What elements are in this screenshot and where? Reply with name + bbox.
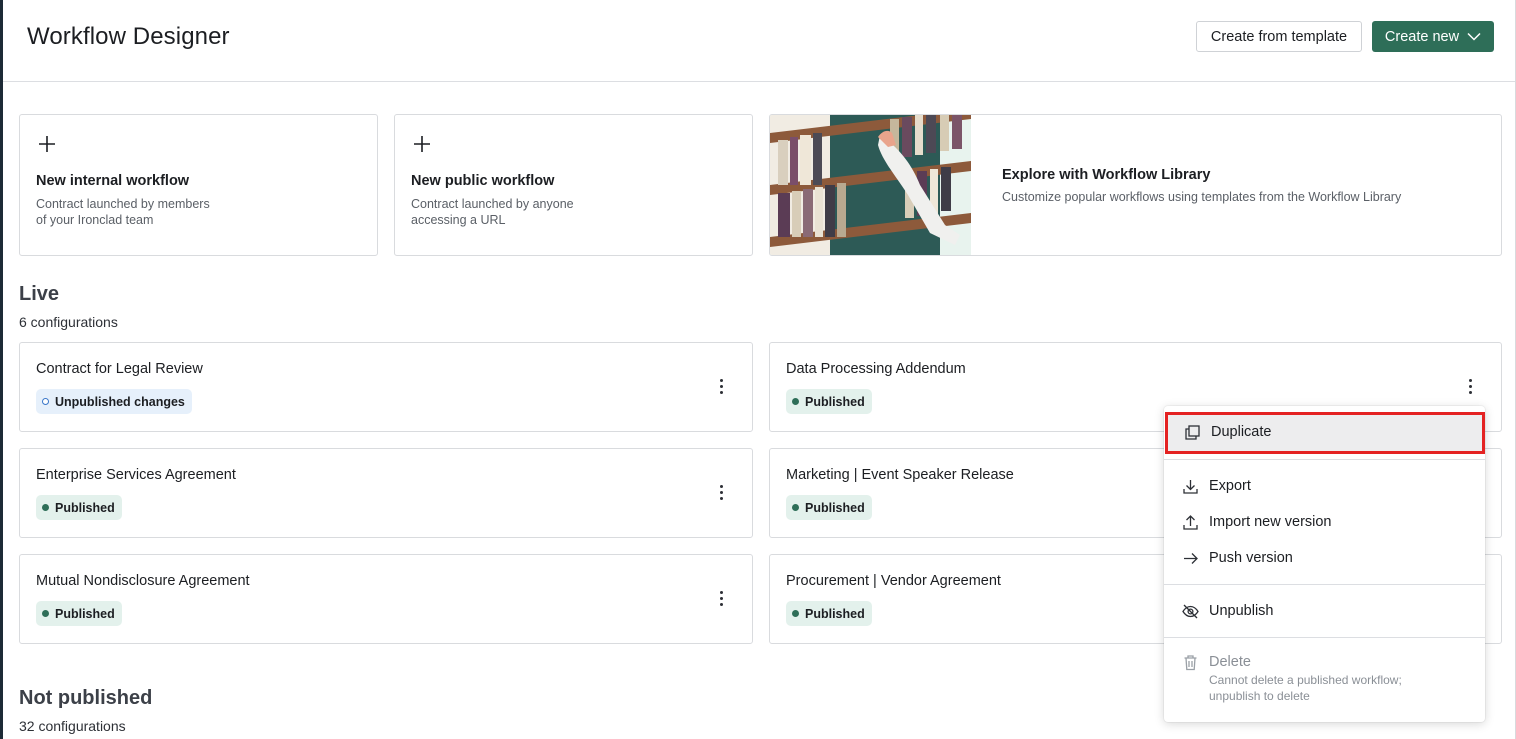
- create-new-button[interactable]: Create new: [1372, 21, 1494, 52]
- more-options-icon[interactable]: [718, 591, 724, 607]
- workflow-card[interactable]: Mutual Nondisclosure Agreement Published: [19, 554, 753, 644]
- status-label: Published: [55, 606, 115, 621]
- status-label: Published: [805, 500, 865, 515]
- arrow-right-icon: [1184, 552, 1198, 564]
- status-badge: Published: [36, 601, 122, 626]
- more-options-icon[interactable]: [718, 485, 724, 501]
- menu-item-push-version[interactable]: Push version: [1164, 540, 1485, 576]
- page-header: Workflow Designer Create from template C…: [3, 0, 1515, 82]
- window-edge: [0, 0, 3, 739]
- live-section-title: Live: [19, 283, 60, 305]
- page-title: Workflow Designer: [27, 23, 230, 50]
- status-badge: Published: [786, 389, 872, 414]
- delete-disabled-hint: Cannot delete a published workflow; unpu…: [1209, 673, 1402, 703]
- status-label: Published: [805, 606, 865, 621]
- workflow-name: Procurement | Vendor Agreement: [786, 573, 1001, 589]
- status-label: Published: [805, 394, 865, 409]
- create-from-template-button[interactable]: Create from template: [1196, 21, 1362, 52]
- card-title: New public workflow: [411, 173, 555, 189]
- library-title: Explore with Workflow Library: [1002, 167, 1211, 183]
- published-dot-icon: [792, 610, 799, 617]
- more-options-icon[interactable]: [718, 379, 724, 395]
- workflow-name: Marketing | Event Speaker Release: [786, 467, 1014, 483]
- menu-item-import-new-version[interactable]: Import new version: [1164, 504, 1485, 540]
- card-description: Contract launched by anyone accessing a …: [411, 197, 574, 227]
- menu-divider: [1164, 637, 1485, 638]
- download-icon: [1183, 479, 1198, 494]
- menu-item-label: Export: [1209, 478, 1251, 494]
- new-internal-workflow-card[interactable]: New internal workflow Contract launched …: [19, 114, 378, 256]
- library-description: Customize popular workflows using templa…: [1002, 190, 1402, 204]
- trash-icon: [1184, 655, 1197, 671]
- menu-item-label: Delete: [1209, 654, 1251, 670]
- status-label: Published: [55, 500, 115, 515]
- new-public-workflow-card[interactable]: New public workflow Contract launched by…: [394, 114, 753, 256]
- published-dot-icon: [792, 504, 799, 511]
- upload-icon: [1183, 514, 1198, 530]
- menu-divider: [1164, 584, 1485, 585]
- more-options-icon[interactable]: [1467, 379, 1473, 395]
- unpublished-dot-icon: [42, 398, 49, 405]
- chevron-down-icon: [1467, 32, 1481, 41]
- workflow-name: Enterprise Services Agreement: [36, 467, 236, 483]
- workflow-card[interactable]: Enterprise Services Agreement Published: [19, 448, 753, 538]
- status-badge: Published: [786, 495, 872, 520]
- plus-icon: [414, 136, 430, 152]
- workflow-library-card[interactable]: Explore with Workflow Library Customize …: [769, 114, 1502, 256]
- plus-icon: [39, 136, 55, 152]
- workflow-card[interactable]: Contract for Legal Review Unpublished ch…: [19, 342, 753, 432]
- menu-item-delete: Delete Cannot delete a published workflo…: [1164, 646, 1485, 716]
- menu-divider: [1164, 459, 1485, 460]
- published-dot-icon: [792, 398, 799, 405]
- status-badge: Published: [36, 495, 122, 520]
- eye-off-icon: [1182, 604, 1199, 618]
- published-dot-icon: [42, 504, 49, 511]
- status-badge: Unpublished changes: [36, 389, 192, 414]
- card-title: New internal workflow: [36, 173, 190, 189]
- workflow-name: Mutual Nondisclosure Agreement: [36, 573, 250, 589]
- menu-item-label: Unpublish: [1209, 603, 1274, 619]
- not-published-config-count: 32 configurations: [19, 718, 126, 734]
- library-illustration: [770, 115, 971, 255]
- menu-item-export[interactable]: Export: [1164, 468, 1485, 504]
- menu-item-unpublish[interactable]: Unpublish: [1164, 593, 1485, 629]
- status-label: Unpublished changes: [55, 394, 185, 409]
- workflow-name: Contract for Legal Review: [36, 361, 203, 377]
- published-dot-icon: [42, 610, 49, 617]
- status-badge: Published: [786, 601, 872, 626]
- live-config-count: 6 configurations: [19, 314, 118, 330]
- menu-item-label: Push version: [1209, 550, 1293, 566]
- highlight-annotation: [1165, 412, 1485, 454]
- workflow-name: Data Processing Addendum: [786, 361, 966, 377]
- create-new-label: Create new: [1384, 28, 1460, 45]
- menu-item-label: Import new version: [1209, 514, 1332, 530]
- card-description: Contract launched by members of your Iro…: [36, 197, 210, 227]
- not-published-section-title: Not published: [19, 687, 153, 709]
